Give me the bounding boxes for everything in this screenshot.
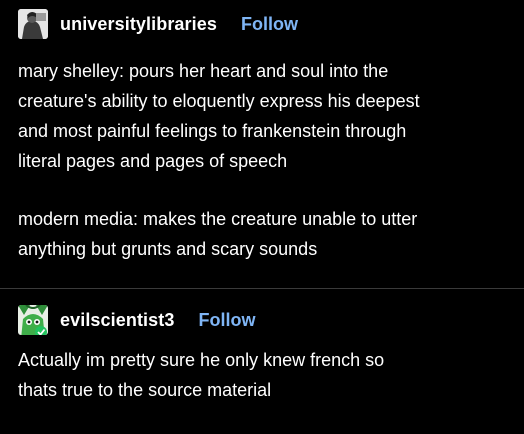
post-header: universitylibraries Follow	[18, 8, 298, 40]
avatar-universitylibraries[interactable]	[18, 9, 48, 39]
post-header: evilscientist3 Follow	[18, 303, 255, 337]
username[interactable]: evilscientist3	[60, 310, 174, 331]
text-line: Actually im pretty sure he only knew fre…	[18, 350, 385, 370]
text-line: mary shelley: pours her heart and soul i…	[18, 61, 389, 81]
text-line: and most painful feelings to frankenstei…	[18, 121, 407, 141]
text-line: thats true to the source material	[18, 380, 272, 400]
text-line: literal pages and pages of speech	[18, 151, 288, 171]
text-line: modern media: makes the creature unable …	[18, 209, 418, 229]
post-universitylibraries: universitylibraries Follow mary shelley:…	[0, 0, 524, 288]
text-line: creature's ability to eloquently express…	[18, 91, 420, 111]
follow-button[interactable]: Follow	[241, 14, 298, 35]
username[interactable]: universitylibraries	[60, 14, 217, 35]
post-paragraph: modern media: makes the creature unable …	[18, 204, 518, 264]
follow-button[interactable]: Follow	[198, 310, 255, 331]
post-paragraph: mary shelley: pours her heart and soul i…	[18, 56, 518, 176]
post-paragraph: Actually im pretty sure he only knew fre…	[18, 345, 518, 405]
green-creature-icon	[18, 305, 48, 335]
text-line: anything but grunts and scary sounds	[18, 239, 318, 259]
post-evilscientist3: evilscientist3 Follow Actually im pretty…	[0, 289, 524, 434]
avatar-evilscientist3[interactable]	[18, 305, 48, 335]
portrait-photo-icon	[18, 9, 48, 39]
